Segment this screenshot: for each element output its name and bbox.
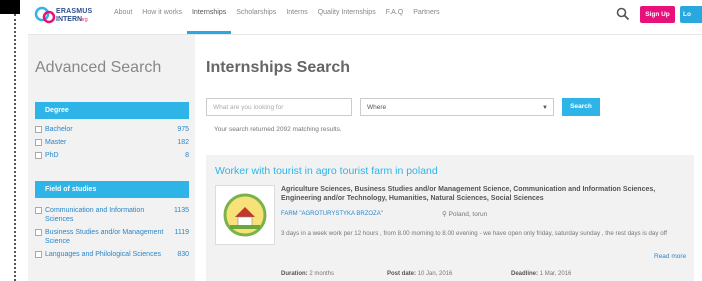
location: ⚲ Poland, torun	[442, 210, 487, 218]
degree-filter-heading[interactable]: Degree	[35, 102, 189, 119]
dotted-guide-line	[14, 14, 16, 281]
checkbox[interactable]	[35, 151, 42, 159]
degree-option-bachelor[interactable]: Bachelor 975	[35, 125, 189, 134]
duration-label: Duration:	[281, 271, 308, 277]
screen-corner-marker	[0, 0, 20, 14]
deadline-meta: Deadline: 1 Mar, 2016	[511, 271, 571, 277]
search-button[interactable]: Search	[562, 98, 600, 116]
internship-description: 3 days in a week work per 12 hours , fro…	[281, 230, 668, 237]
duration-value: 2 months	[309, 271, 335, 277]
nav-internships[interactable]: Internships	[186, 0, 232, 34]
nav-quality-internships[interactable]: Quality Internships	[313, 0, 381, 34]
main-nav: About How it works Internships Scholarsh…	[109, 0, 445, 34]
search-icon[interactable]	[616, 7, 630, 21]
where-select[interactable]: Where ▼	[360, 98, 554, 116]
duration-meta: Duration: 2 months	[281, 271, 334, 277]
nav-partners[interactable]: Partners	[408, 0, 444, 34]
where-select-value: Where	[367, 104, 387, 111]
internship-title-link[interactable]: Worker with tourist in agro tourist farm…	[215, 165, 438, 177]
checkbox[interactable]	[35, 250, 42, 258]
read-more-link[interactable]: Read more	[654, 253, 686, 260]
sidebar-title: Advanced Search	[35, 59, 162, 76]
checkbox[interactable]	[35, 125, 42, 133]
degree-option-master[interactable]: Master 182	[35, 138, 189, 147]
degree-filter-list: Bachelor 975 Master 182 PhD 8	[35, 125, 189, 164]
company-logo[interactable]	[215, 185, 275, 245]
field-option[interactable]: Languages and Philological Sciences 830	[35, 250, 189, 259]
field-of-studies-list: Communication and Information Sciences 11…	[35, 206, 189, 263]
field-option[interactable]: Business Studies and/or Management Scien…	[35, 228, 189, 246]
nav-how-it-works[interactable]: How it works	[137, 0, 187, 34]
page: ERASMUS INTERN .org About How it works I…	[28, 0, 702, 281]
checkbox[interactable]	[35, 138, 42, 146]
logo-text-suffix: .org	[79, 17, 88, 23]
location-pin-icon: ⚲	[442, 211, 447, 218]
deadline-label: Deadline:	[511, 271, 539, 277]
field-option[interactable]: Communication and Information Sciences 11…	[35, 206, 189, 224]
internship-card: Worker with tourist in agro tourist farm…	[206, 155, 694, 281]
nav-faq[interactable]: F.A.Q	[381, 0, 409, 34]
search-main: Internships Search What are you looking …	[206, 35, 702, 281]
deadline-value: 1 Mar, 2016	[539, 271, 572, 277]
field-of-studies-heading[interactable]: Field of studies	[35, 181, 189, 198]
nav-about[interactable]: About	[109, 0, 137, 34]
page-title: Internships Search	[206, 59, 351, 76]
internship-fields: Agriculture Sciences, Business Studies a…	[281, 186, 656, 202]
result-count: Your search returned 2092 matching resul…	[214, 126, 342, 133]
post-date-value: 10 Jan, 2016	[417, 271, 453, 277]
post-date-meta: Post date: 10 Jan, 2016	[387, 271, 452, 277]
checkbox[interactable]	[35, 206, 42, 214]
signup-button[interactable]: Sign Up	[640, 6, 675, 23]
chevron-down-icon: ▼	[542, 105, 548, 111]
top-header: ERASMUS INTERN .org About How it works I…	[28, 0, 702, 35]
degree-option-phd[interactable]: PhD 8	[35, 151, 189, 160]
post-date-label: Post date:	[387, 271, 417, 277]
farm-logo-icon	[223, 193, 267, 237]
login-button[interactable]: Lo	[680, 6, 702, 23]
advanced-search-sidebar: Advanced Search Degree Bachelor 975 Maste…	[28, 35, 195, 281]
location-text: Poland, torun	[448, 211, 488, 218]
company-link[interactable]: FARM "AGROTURYSTYKA BRZOZA"	[281, 211, 383, 217]
nav-interns[interactable]: Interns	[281, 0, 312, 34]
nav-scholarships[interactable]: Scholarships	[231, 0, 281, 34]
logo-mark-icon	[34, 6, 56, 24]
checkbox[interactable]	[35, 228, 42, 236]
search-input[interactable]: What are you looking for	[206, 98, 352, 116]
site-logo[interactable]: ERASMUS INTERN .org	[34, 5, 96, 31]
logo-text-line1: ERASMUS	[56, 8, 93, 15]
